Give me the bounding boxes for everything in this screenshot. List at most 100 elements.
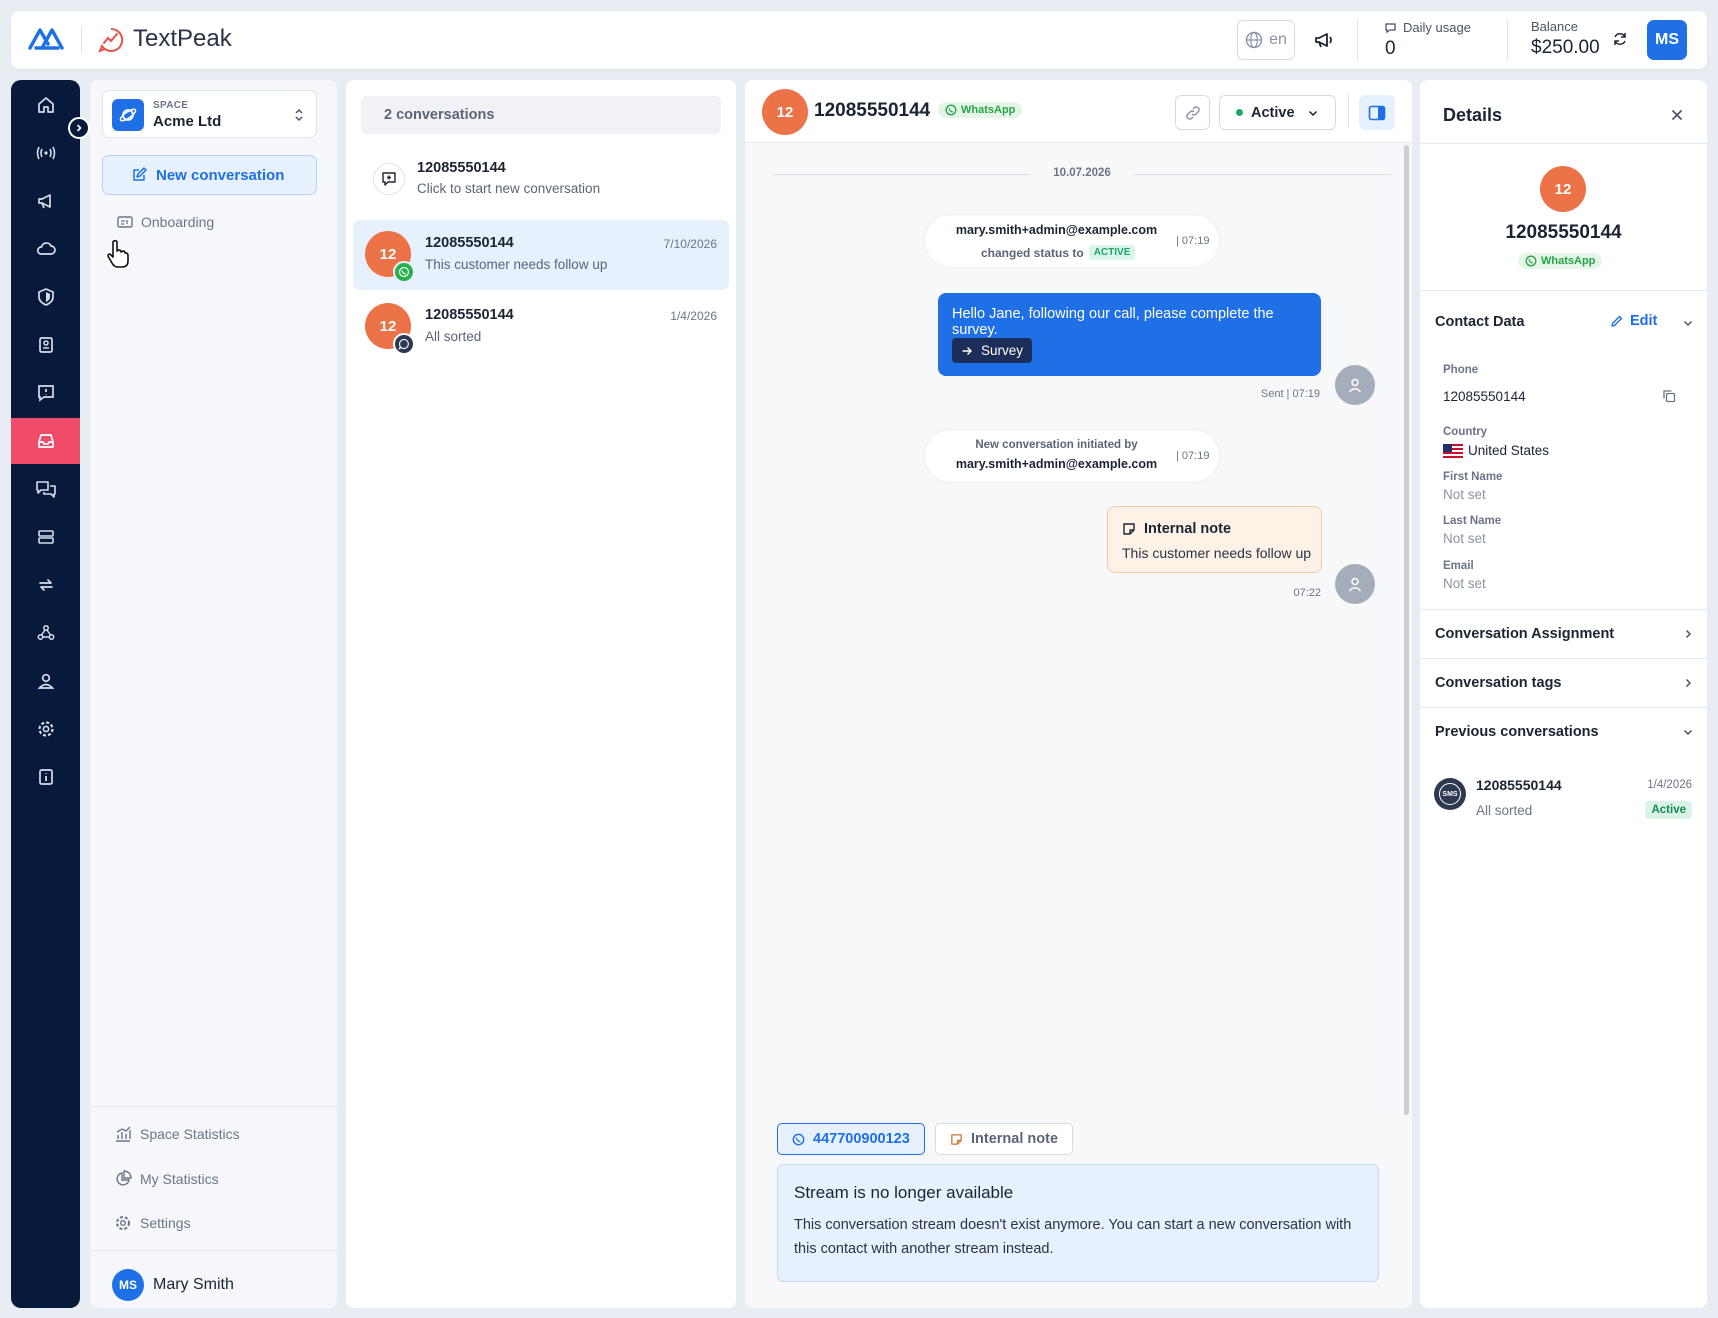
event-user: mary.smith+admin@example.com — [955, 457, 1158, 471]
broadcast-icon — [35, 143, 57, 163]
survey-button[interactable]: Survey — [952, 338, 1033, 363]
conversation-assignment-row[interactable]: Conversation Assignment — [1420, 610, 1707, 658]
user-avatar-button[interactable]: MS — [1647, 20, 1687, 60]
collapse-contact-data-icon[interactable] — [1682, 317, 1694, 329]
conversation-number: 12085550144 — [425, 307, 514, 323]
us-flag-icon — [1443, 443, 1463, 458]
note-time: 07:22 — [1293, 587, 1321, 599]
edit-label: Edit — [1630, 313, 1658, 329]
phone-value: 12085550144 — [1443, 389, 1526, 404]
status-value: Active — [1251, 104, 1295, 121]
sms-icon: SMS — [1434, 778, 1466, 810]
new-conversation-label: New conversation — [156, 166, 285, 184]
conversation-count: 2 conversations — [361, 96, 721, 134]
channel-name: WhatsApp — [1541, 255, 1596, 267]
status-dropdown[interactable]: Active — [1219, 95, 1336, 130]
nav-webhooks[interactable] — [11, 610, 80, 656]
close-details-button[interactable] — [1670, 108, 1684, 122]
status-badge: ACTIVE — [1088, 245, 1136, 260]
refresh-balance-icon[interactable] — [1612, 31, 1628, 47]
onboarding-link[interactable]: Onboarding — [117, 214, 214, 230]
onboarding-label: Onboarding — [141, 214, 215, 230]
conversation-date: 7/10/2026 — [663, 237, 717, 251]
email-label: Email — [1443, 560, 1474, 572]
nav-users[interactable] — [11, 658, 80, 704]
nav-conversations[interactable] — [11, 466, 80, 512]
previous-conversation-item[interactable]: SMS 12085550144 1/4/2026 All sorted Acti… — [1420, 770, 1707, 832]
conversation-number: 12085550144 — [425, 235, 514, 251]
nav-servers[interactable] — [11, 514, 80, 560]
space-statistics-link[interactable]: Space Statistics — [114, 1126, 240, 1142]
current-user[interactable]: MS Mary Smith — [112, 1269, 234, 1301]
my-statistics-link[interactable]: My Statistics — [114, 1170, 219, 1188]
date-divider-line — [1134, 174, 1391, 175]
toggle-details-button[interactable] — [1359, 95, 1395, 130]
textpeak-logo-icon — [97, 26, 125, 54]
nav-contacts[interactable] — [11, 322, 80, 368]
nav-inbox[interactable] — [11, 418, 80, 464]
chevron-right-icon — [1682, 677, 1694, 689]
date-divider-line — [773, 174, 1030, 175]
announcements-icon[interactable] — [1313, 29, 1335, 51]
contact-data-title: Contact Data — [1435, 314, 1525, 330]
chevron-right-icon — [74, 123, 84, 133]
stream-number: 447700900123 — [813, 1131, 910, 1147]
expand-rail-button[interactable] — [68, 117, 90, 139]
avatar: 12 — [762, 89, 808, 135]
copy-phone-button[interactable] — [1662, 389, 1676, 403]
nav-settings[interactable] — [11, 706, 80, 752]
new-conversation-button[interactable]: New conversation — [102, 155, 317, 195]
whatsapp-icon — [945, 104, 957, 116]
stream-tab[interactable]: 447700900123 — [777, 1123, 925, 1155]
language-selector[interactable]: en — [1237, 20, 1295, 60]
conversation-assignment-title: Conversation Assignment — [1435, 626, 1615, 642]
onboarding-icon — [117, 215, 133, 229]
daily-usage: Daily usage — [1384, 20, 1471, 35]
nav-security[interactable] — [11, 274, 80, 320]
sms-badge-text: SMS — [1439, 783, 1461, 805]
space-selector[interactable]: SPACE Acme Ltd — [102, 90, 317, 138]
nav-info[interactable] — [11, 754, 80, 800]
previous-number: 12085550144 — [1476, 777, 1562, 793]
pointer-cursor-icon — [106, 239, 130, 269]
space-footer-divider — [90, 1250, 337, 1251]
top-bar: TextPeak en Daily usage 0 Balance $250.0… — [11, 11, 1707, 69]
outgoing-message: Hello Jane, following our call, please c… — [938, 293, 1321, 376]
unfold-icon — [293, 107, 305, 123]
nav-message-reports[interactable] — [11, 370, 80, 416]
country-value-row: United States — [1443, 443, 1549, 458]
chat-scrollbar[interactable] — [1404, 145, 1409, 1115]
agent-avatar-icon — [1335, 365, 1375, 405]
nav-cloud[interactable] — [11, 226, 80, 272]
event-text: New conversation initiated by — [975, 439, 1138, 451]
notice-text: This conversation stream doesn't exist a… — [794, 1217, 1352, 1257]
space-settings-link[interactable]: Settings — [114, 1214, 191, 1232]
space-footer-divider — [90, 1106, 337, 1107]
planet-icon — [112, 99, 144, 131]
pie-chart-icon — [114, 1170, 132, 1188]
shield-icon — [36, 287, 56, 307]
app-logo-icon[interactable] — [28, 24, 64, 52]
agent-avatar-icon — [1335, 564, 1375, 604]
start-new-conversation-item[interactable]: 12085550144 Click to start new conversat… — [361, 148, 721, 210]
nav-sync[interactable] — [11, 562, 80, 608]
link-button[interactable] — [1175, 95, 1210, 130]
note-header: Internal note — [1122, 521, 1231, 537]
inbox-icon — [36, 431, 56, 451]
conversation-item[interactable]: 12 12085550144 1/4/2026 All sorted — [353, 292, 729, 362]
chat-header: 12 12085550144 WhatsApp Active — [745, 80, 1412, 143]
conversation-item-selected[interactable]: 12 12085550144 7/10/2026 This customer n… — [353, 220, 729, 290]
header-divider — [1348, 94, 1349, 128]
webhook-icon — [36, 623, 56, 643]
country-value: United States — [1468, 443, 1550, 458]
chevron-down-icon — [1307, 107, 1319, 119]
nav-campaigns[interactable] — [11, 178, 80, 224]
edit-contact-button[interactable]: Edit — [1610, 313, 1657, 329]
nav-broadcast[interactable] — [11, 130, 80, 176]
conversation-preview: This customer needs follow up — [425, 257, 608, 272]
gear-icon — [114, 1214, 132, 1232]
previous-conversations-row[interactable]: Previous conversations — [1420, 708, 1707, 756]
internal-note-tab[interactable]: Internal note — [935, 1123, 1074, 1155]
note-title: Internal note — [1144, 521, 1232, 537]
conversation-tags-row[interactable]: Conversation tags — [1420, 659, 1707, 707]
